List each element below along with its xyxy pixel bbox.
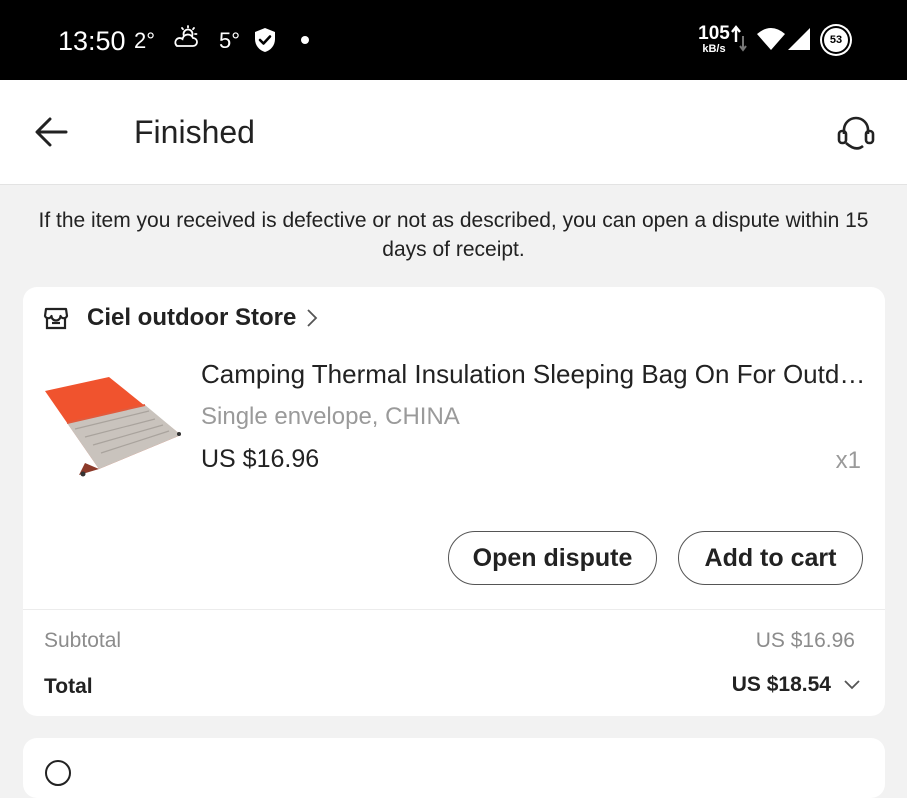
shield-check-icon: [254, 27, 276, 58]
status-forecast-temperature: 5°: [219, 28, 241, 53]
total-value: US $18.54: [731, 673, 831, 696]
divider: [23, 609, 885, 610]
customer-support-button[interactable]: [834, 110, 878, 154]
battery-indicator: 53: [824, 28, 848, 52]
product-price: US $16.96: [201, 445, 320, 473]
wifi-icon: [756, 26, 786, 57]
circle-icon: [45, 760, 71, 786]
next-section-card: [23, 738, 885, 798]
notification-dot-icon: [301, 36, 309, 44]
page-title: Finished: [134, 114, 255, 150]
cell-signal-icon: [787, 27, 811, 56]
chevron-right-icon: [307, 309, 318, 327]
subtotal-label: Subtotal: [44, 629, 122, 652]
chevron-down-icon: [844, 680, 860, 690]
partly-cloudy-icon: [172, 25, 200, 56]
product-title[interactable]: Camping Thermal Insulation Sleeping Bag …: [201, 359, 867, 390]
product-variant: Single envelope, CHINA: [201, 403, 460, 430]
back-button[interactable]: [34, 114, 70, 150]
headset-icon: [837, 116, 875, 150]
store-icon: [43, 307, 69, 330]
dispute-notice: If the item you received is defective or…: [38, 209, 869, 261]
add-to-cart-button[interactable]: Add to cart: [678, 531, 863, 585]
order-card: Ciel outdoor Store Camping Thermal Insul…: [23, 287, 885, 716]
product-quantity: x1: [835, 447, 861, 474]
open-dispute-button[interactable]: Open dispute: [448, 531, 657, 585]
store-name: Ciel outdoor Store: [87, 304, 297, 331]
top-app-bar: Finished: [0, 80, 907, 185]
total-label: Total: [44, 675, 93, 698]
total-expand-toggle[interactable]: US $18.54: [732, 673, 861, 697]
arrow-left-icon: [35, 117, 68, 147]
product-image[interactable]: [45, 363, 183, 506]
status-bar: 13:50 2° 5° 105 kB/s 53: [0, 0, 907, 80]
subtotal-value: US $16.96: [755, 629, 855, 652]
store-link[interactable]: Ciel outdoor Store: [43, 301, 318, 335]
data-transfer-icon: [730, 24, 748, 59]
status-temperature: 2°: [134, 28, 156, 53]
status-time: 13:50: [58, 26, 126, 56]
